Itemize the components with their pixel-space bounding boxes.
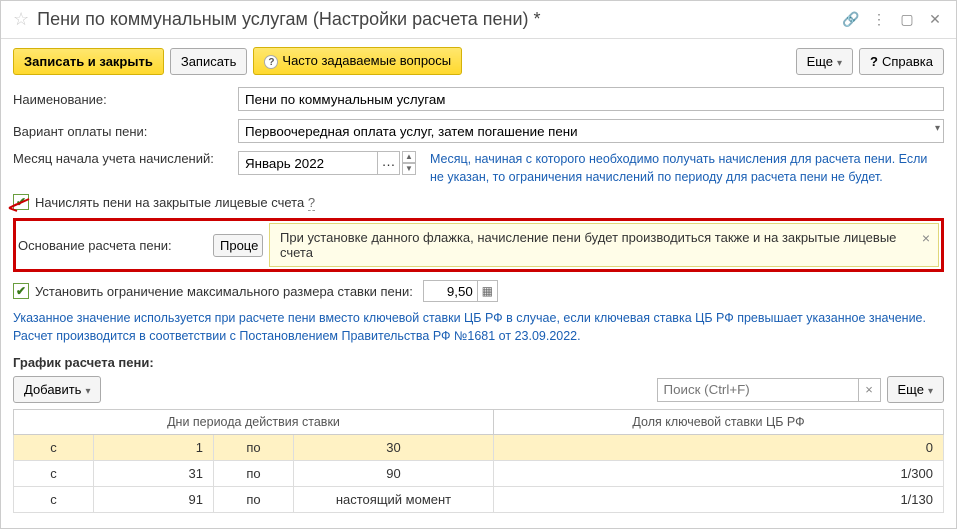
- basis-button[interactable]: Проце: [213, 234, 263, 257]
- table-header-share: Доля ключевой ставки ЦБ РФ: [494, 410, 944, 435]
- more-button[interactable]: Еще▾: [796, 48, 853, 75]
- rate-info-text: Указанное значение используется при расч…: [13, 310, 944, 345]
- table-header-days: Дни периода действия ставки: [14, 410, 494, 435]
- table-more-button[interactable]: Еще▾: [887, 376, 944, 403]
- link-icon[interactable]: 🔗: [842, 11, 860, 28]
- spin-down-button[interactable]: ▼: [402, 163, 416, 175]
- table-row[interactable]: с 31 по 90 1/300: [14, 461, 944, 487]
- month-hint: Месяц, начиная с которого необходимо пол…: [430, 151, 944, 186]
- favorite-star-icon[interactable]: ☆: [13, 9, 29, 30]
- chevron-down-icon: ▾: [837, 58, 842, 69]
- chevron-down-icon: ▾: [928, 386, 933, 397]
- schedule-table: Дни периода действия ставки Доля ключево…: [13, 409, 944, 513]
- closed-accounts-label: Начислять пени на закрытые лицевые счета…: [35, 195, 315, 210]
- faq-button[interactable]: ?Часто задаваемые вопросы: [253, 47, 462, 75]
- window-title: Пени по коммунальным услугам (Настройки …: [37, 9, 832, 30]
- calculator-icon[interactable]: ▦: [478, 280, 498, 302]
- variant-label: Вариант оплаты пени:: [13, 124, 238, 139]
- tooltip: При установке данного флажка, начисление…: [269, 223, 939, 267]
- max-rate-input[interactable]: [423, 280, 478, 302]
- month-picker-button[interactable]: …: [378, 151, 400, 175]
- tooltip-close-icon[interactable]: ×: [922, 230, 930, 246]
- name-input[interactable]: [238, 87, 944, 111]
- close-icon[interactable]: ✕: [926, 11, 944, 28]
- schedule-label: График расчета пени:: [13, 355, 944, 370]
- variant-select[interactable]: [238, 119, 944, 143]
- more-vertical-icon[interactable]: ⋮: [870, 11, 888, 28]
- help-link-icon[interactable]: ?: [308, 195, 315, 211]
- search-clear-icon[interactable]: ×: [858, 379, 880, 401]
- table-row[interactable]: с 1 по 30 0: [14, 435, 944, 461]
- maximize-icon[interactable]: ▢: [898, 11, 916, 28]
- month-input[interactable]: [238, 151, 378, 175]
- name-label: Наименование:: [13, 92, 238, 107]
- question-icon: ?: [870, 54, 878, 69]
- spin-up-button[interactable]: ▲: [402, 151, 416, 163]
- question-icon: ?: [264, 55, 278, 69]
- max-rate-label: Установить ограничение максимального раз…: [35, 284, 413, 299]
- month-label: Месяц начала учета начислений:: [13, 151, 238, 166]
- add-button[interactable]: Добавить▾: [13, 376, 101, 403]
- table-row[interactable]: с 91 по настоящий момент 1/130: [14, 487, 944, 513]
- highlighted-tooltip-box: Основание расчета пени: Проце При устано…: [13, 218, 944, 272]
- chevron-down-icon: ▾: [85, 386, 90, 397]
- help-button[interactable]: ?Справка: [859, 48, 944, 75]
- save-and-close-button[interactable]: Записать и закрыть: [13, 48, 164, 75]
- red-arrow-icon: [5, 196, 31, 216]
- max-rate-checkbox[interactable]: [13, 283, 29, 299]
- save-button[interactable]: Записать: [170, 48, 248, 75]
- basis-label: Основание расчета пени:: [18, 238, 213, 253]
- search-input[interactable]: [658, 379, 858, 401]
